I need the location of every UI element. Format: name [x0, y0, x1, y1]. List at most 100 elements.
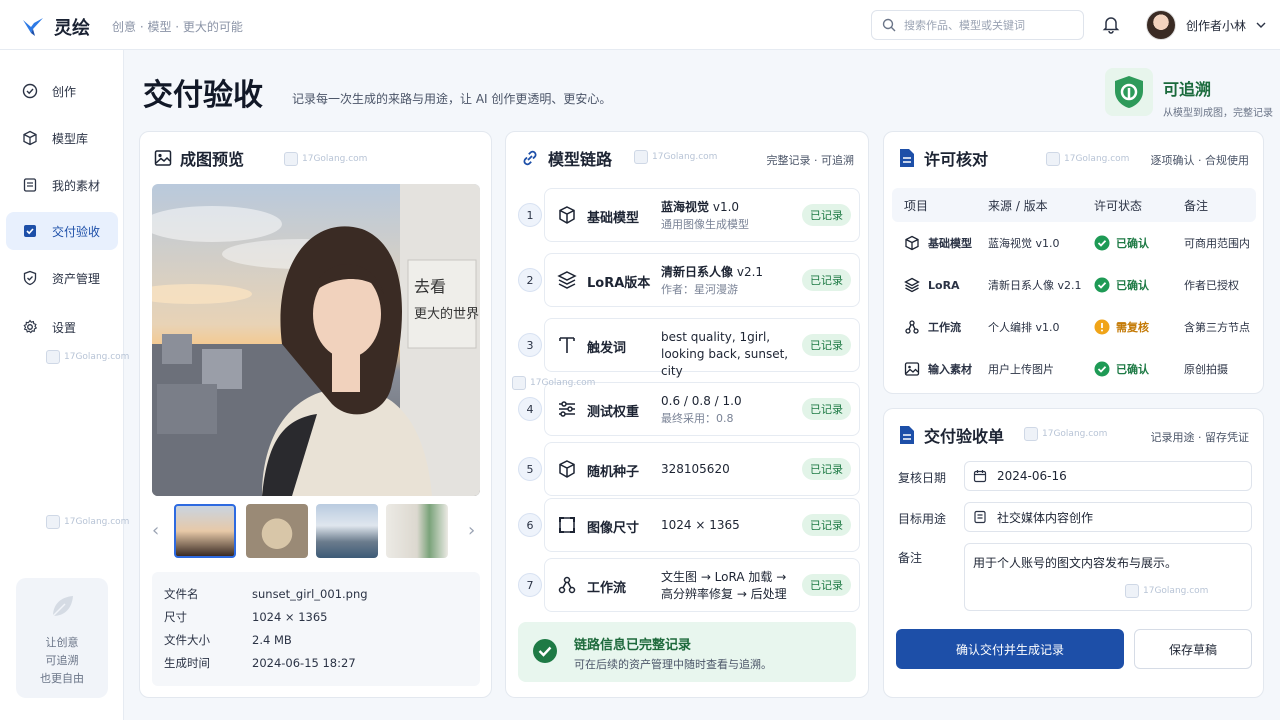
app-name: 灵绘: [54, 18, 90, 39]
card-subtitle: 完整记录 · 可追溯: [766, 154, 855, 167]
document-icon: [900, 149, 914, 167]
preview-card: 成图预览 17Golang.com 去看 更大的世界 ‹ › 文件名 sunse…: [139, 131, 492, 698]
recorded-badge: 已记录: [802, 204, 851, 226]
step-number: 2: [518, 268, 542, 292]
watermark: 17Golang.com: [1125, 584, 1208, 598]
row-note: 原创拍摄: [1184, 363, 1228, 376]
table-row[interactable]: 输入素材 用户上传图片 已确认 原创拍摄: [892, 348, 1256, 390]
thumbnail[interactable]: [174, 504, 236, 558]
confirm-delivery-button[interactable]: 确认交付并生成记录: [896, 629, 1124, 669]
leaf-icon: [52, 596, 73, 617]
file-info-row: 文件名 sunset_girl_001.png: [164, 586, 368, 601]
banner-title: 链路信息已完整记录: [574, 638, 692, 653]
row-status: 已确认: [1116, 279, 1149, 292]
date-label: 复核日期: [898, 471, 947, 485]
row-status: 已确认: [1116, 237, 1149, 250]
recorded-badge: 已记录: [802, 574, 851, 596]
chain-item[interactable]: 基础模型 蓝海视觉 v1.0 通用图像生成模型 已记录: [544, 188, 860, 242]
thumbnail[interactable]: [246, 504, 308, 558]
sidebar-item-label: 资产管理: [52, 271, 101, 286]
check-circle-icon: [533, 639, 557, 663]
table-row[interactable]: LoRA 清新日系人像 v2.1 已确认 作者已授权: [892, 264, 1256, 306]
search-input[interactable]: [904, 18, 1074, 32]
sidebar-item-label: 交付验收: [52, 224, 101, 239]
chain-label: 触发词: [587, 341, 627, 356]
table-row[interactable]: 基础模型 蓝海视觉 v1.0 已确认 可商用范围内: [892, 222, 1256, 264]
chain-row-seed: 5 随机种子 328105620 已记录: [518, 442, 860, 496]
document-icon: [974, 510, 986, 524]
recorded-badge: 已记录: [802, 398, 851, 420]
date-value: 2024-06-16: [997, 469, 1067, 483]
chain-item[interactable]: 工作流 文生图 → LoRA 加载 → 高分辨率修复 → 后处理 已记录: [544, 558, 860, 612]
card-title: 成图预览: [154, 146, 244, 170]
search-box[interactable]: [871, 10, 1084, 40]
row-source: 清新日系人像 v2.1: [988, 279, 1082, 292]
app-logo[interactable]: 灵绘: [22, 14, 90, 40]
chain-row-test-weights: 4 测试权重 0.6 / 0.8 / 1.0 最终采用：0.8 已记录: [518, 382, 860, 436]
file-info-row: 生成时间 2024-06-15 18:27: [164, 655, 356, 670]
sidebar-item-asset-management[interactable]: 资产管理: [6, 259, 118, 297]
watermark: 17Golang.com: [634, 150, 717, 164]
thumbnail-strip: ‹ ›: [152, 504, 480, 560]
row-source: 个人编排 v1.0: [988, 321, 1060, 334]
chevron-left-icon[interactable]: ‹: [152, 520, 159, 541]
text-icon: [559, 337, 575, 353]
row-status: 已确认: [1116, 363, 1149, 376]
column-header: 项目: [904, 198, 929, 213]
chain-value: best quality, 1girl, looking back, sunset…: [661, 330, 789, 378]
watermark: 17Golang.com: [512, 376, 595, 390]
chain-item[interactable]: LoRA版本 清新日系人像 v2.1 作者：星河漫游 已记录: [544, 253, 860, 307]
chain-value: 蓝海视觉 v1.0 通用图像生成模型: [661, 200, 749, 231]
row-note: 含第三方节点: [1184, 321, 1250, 334]
sidebar-item-my-assets[interactable]: 我的素材: [6, 166, 118, 204]
sidebar-item-create[interactable]: 创作: [6, 72, 118, 110]
trace-subtitle: 从模型到成图，完整记录: [1163, 108, 1273, 119]
review-date-field[interactable]: 2024-06-16: [964, 461, 1252, 491]
card-title: 许可核对: [898, 146, 988, 170]
layers-icon: [904, 277, 920, 293]
table-row[interactable]: 工作流 个人编排 v1.0 需复核 含第三方节点: [892, 306, 1256, 348]
save-draft-button[interactable]: 保存草稿: [1134, 629, 1252, 669]
promo-line: 让创意: [45, 636, 79, 649]
notification-button[interactable]: [1101, 14, 1121, 38]
note-textarea[interactable]: 用于个人账号的图文内容发布与展示。 17Golang.com: [964, 543, 1252, 611]
app-slogan: 创意 · 模型 · 更大的可能: [112, 20, 243, 34]
check-circle-icon: [22, 83, 38, 99]
promo-line: 可追溯: [45, 654, 79, 667]
row-note: 作者已授权: [1184, 279, 1239, 292]
file-info: 文件名 sunset_girl_001.png 尺寸 1024 × 1365 文件大…: [152, 572, 480, 686]
sidebar-item-label: 我的素材: [52, 178, 101, 193]
row-item: 工作流: [928, 321, 961, 334]
chevron-right-icon[interactable]: ›: [468, 520, 475, 541]
thumbnail[interactable]: [386, 504, 448, 558]
sidebar-item-model-library[interactable]: 模型库: [6, 119, 118, 157]
chain-row-base-model: 1 基础模型 蓝海视觉 v1.0 通用图像生成模型 已记录: [518, 188, 860, 242]
avatar: [1146, 10, 1176, 40]
thumbnail[interactable]: [316, 504, 378, 558]
promo-line: 也更自由: [40, 672, 84, 685]
target-usage-field[interactable]: 社交媒体内容创作: [964, 502, 1252, 532]
cube-icon: [559, 460, 575, 478]
check-circle-icon: [1094, 277, 1110, 293]
row-source: 用户上传图片: [988, 363, 1054, 376]
sidebar-item-delivery[interactable]: 交付验收: [6, 212, 118, 250]
trace-title: 可追溯: [1163, 80, 1212, 99]
chain-row-image-size: 6 图像尺寸 1024 × 1365 已记录: [518, 498, 860, 552]
sidebar-item-settings[interactable]: 设置: [6, 308, 118, 346]
page-subtitle: 记录每一次生成的来路与用途，让 AI 创作更透明、更安心。: [292, 92, 612, 106]
user-menu[interactable]: 创作者小林: [1146, 10, 1266, 40]
chain-value: 清新日系人像 v2.1 作者：星河漫游: [661, 265, 764, 296]
file-info-row: 尺寸 1024 × 1365: [164, 609, 328, 624]
top-bar: 灵绘 创意 · 模型 · 更大的可能 创作者小林: [0, 0, 1280, 50]
chain-item[interactable]: 图像尺寸 1024 × 1365 已记录: [544, 498, 860, 552]
chain-value: 文生图 → LoRA 加载 → 高分辨率修复 → 后处理: [661, 570, 787, 601]
preview-image[interactable]: 去看 更大的世界: [152, 184, 480, 496]
chain-item[interactable]: 触发词 best quality, 1girl, looking back, su…: [544, 318, 860, 378]
chain-item[interactable]: 随机种子 328105620 已记录: [544, 442, 860, 496]
chain-item[interactable]: 测试权重 0.6 / 0.8 / 1.0 最终采用：0.8 已记录: [544, 382, 860, 436]
step-number: 6: [518, 513, 542, 537]
chain-value: 328105620: [661, 462, 730, 476]
link-icon: [523, 150, 537, 166]
image-icon: [904, 362, 920, 376]
row-status: 需复核: [1116, 321, 1149, 334]
